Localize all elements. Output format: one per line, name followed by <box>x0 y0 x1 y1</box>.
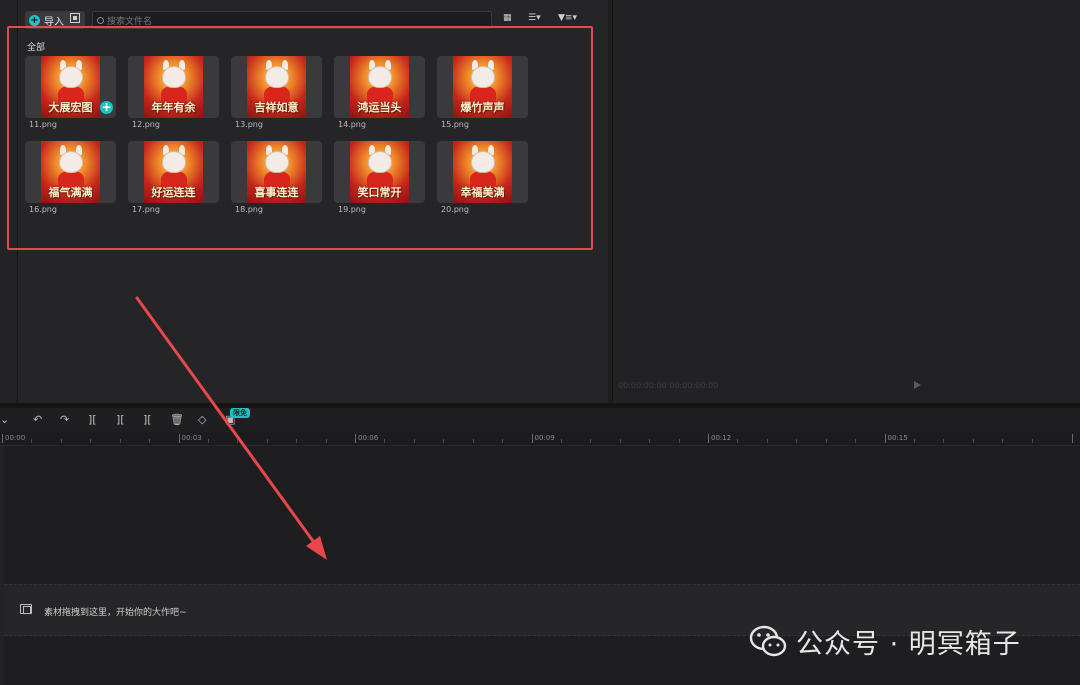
play-icon[interactable] <box>914 381 921 389</box>
ruler-minor-tick <box>825 439 827 443</box>
wechat-logo <box>749 625 787 657</box>
ruler-tick-label: 00:15 <box>887 434 908 442</box>
ruler-minor-tick <box>325 439 327 443</box>
ruler-minor-tick <box>384 439 386 443</box>
ruler-minor-tick <box>443 439 445 443</box>
ruler-minor-tick <box>296 439 298 443</box>
split-icon[interactable]: ][ <box>88 413 97 426</box>
ruler-minor-tick <box>472 439 474 443</box>
ruler-minor-tick <box>149 439 151 443</box>
ruler-tick-label: 00:09 <box>534 434 555 442</box>
ruler-minor-tick <box>207 439 209 443</box>
grid-view-icon[interactable] <box>70 13 80 23</box>
redo-icon[interactable]: ↷ <box>60 413 69 426</box>
ruler-minor-tick <box>590 439 592 443</box>
plus-icon: + <box>29 14 40 26</box>
ruler-minor-tick <box>119 439 121 443</box>
watermark-text: 公众号 · 明冥箱子 <box>796 628 1021 660</box>
ruler-minor-tick <box>413 439 415 443</box>
ruler-tick <box>708 434 709 443</box>
ruler-tick <box>1072 434 1073 443</box>
ruler-minor-tick <box>766 439 768 443</box>
split-left-icon[interactable]: ][ <box>116 413 125 426</box>
ruler-minor-tick <box>619 439 621 443</box>
ruler-minor-tick <box>855 439 857 443</box>
ruler-minor-tick <box>266 439 268 443</box>
chevron-down-icon[interactable]: ⌄ <box>0 413 9 426</box>
ruler-tick-label: 00:03 <box>181 434 202 442</box>
film-icon <box>20 604 32 614</box>
ruler-minor-tick <box>737 439 739 443</box>
ruler-minor-tick <box>972 439 974 443</box>
ruler-minor-tick <box>796 439 798 443</box>
ruler-minor-tick <box>1002 439 1004 443</box>
ruler-tick <box>884 434 886 443</box>
timeline-toolbar <box>0 408 1080 432</box>
delete-icon[interactable]: 🗑 <box>170 413 184 426</box>
ruler-tick <box>2 434 3 443</box>
preview-panel <box>612 0 1080 403</box>
ruler-tick-label: 00:06 <box>358 434 379 442</box>
watermark: 公众号 · 明冥箱子 <box>748 618 1021 664</box>
ruler-tick <box>531 434 533 443</box>
ruler-minor-tick <box>502 439 504 443</box>
ruler-minor-tick <box>237 439 239 443</box>
free-badge: 限免 <box>230 408 250 418</box>
search-icon <box>97 16 104 24</box>
view-mode-icon[interactable]: ▦ <box>503 13 512 25</box>
ruler-minor-tick <box>943 439 945 443</box>
ruler-minor-tick <box>60 439 62 443</box>
ruler-minor-tick <box>649 439 651 443</box>
ruler-minor-tick <box>90 439 92 443</box>
filter-icon[interactable]: ▼≡▾ <box>558 13 577 25</box>
ruler-tick-label: 00:00 <box>5 434 26 442</box>
ruler-minor-tick <box>560 439 562 443</box>
sort-icon[interactable]: ☰▾ <box>528 13 541 25</box>
ruler-minor-tick <box>31 439 33 443</box>
ruler-tick-label: 00:12 <box>711 434 732 442</box>
track-header <box>0 446 4 685</box>
preview-timecode: 00:00:00:00 00:00:00:00 <box>618 381 719 390</box>
ruler-minor-tick <box>1031 439 1033 443</box>
ruler-minor-tick <box>913 439 915 443</box>
drop-hint: 素材拖拽到这里，开始你的大作吧~ <box>44 608 187 618</box>
ruler-minor-tick <box>678 439 680 443</box>
ruler-tick <box>355 434 356 443</box>
shield-icon[interactable]: ◇ <box>198 413 206 426</box>
undo-icon[interactable]: ↶ <box>33 413 42 426</box>
highlight-annotation-box <box>7 26 593 250</box>
ruler-tick <box>178 434 180 443</box>
split-right-icon[interactable]: ][ <box>143 413 152 426</box>
search-placeholder: 搜索文件名 <box>107 16 153 27</box>
